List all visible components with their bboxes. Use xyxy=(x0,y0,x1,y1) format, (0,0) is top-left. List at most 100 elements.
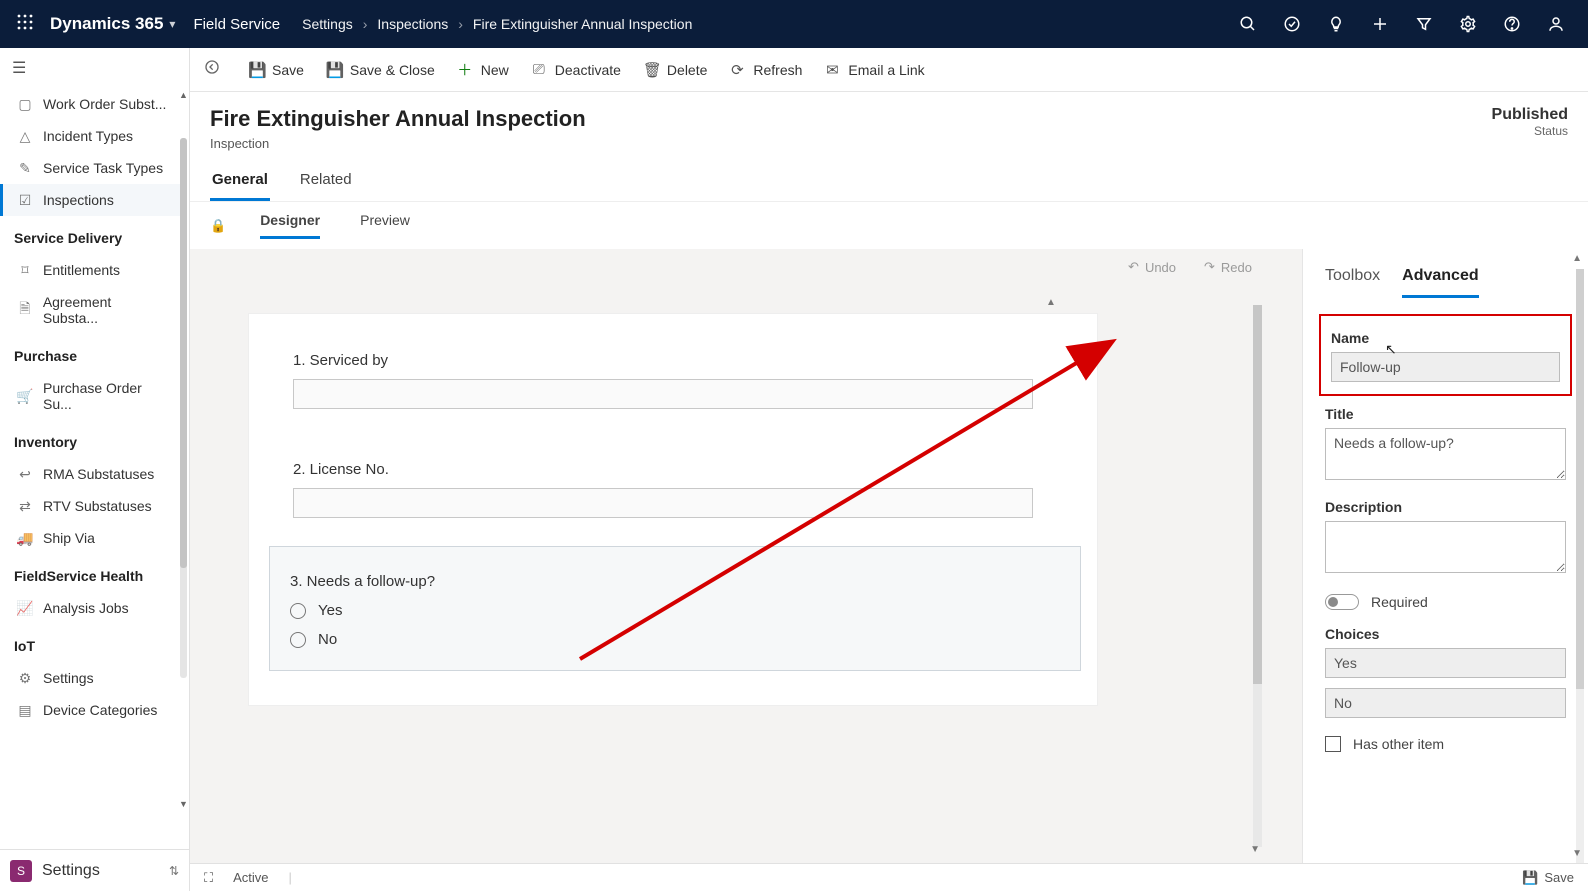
save-close-icon: 💾 xyxy=(326,61,342,79)
area-label[interactable]: Field Service xyxy=(193,16,280,33)
divider: | xyxy=(289,870,292,885)
email-link-button[interactable]: ✉Email a Link xyxy=(824,61,924,79)
scroll-up-icon[interactable]: ▲ xyxy=(179,90,188,100)
breadcrumb-item[interactable]: Inspections xyxy=(377,16,448,32)
statusbar-save-label: Save xyxy=(1544,870,1574,885)
cart-icon: 🛒 xyxy=(17,388,33,404)
has-other-label: Has other item xyxy=(1353,736,1444,752)
choice-input-1[interactable] xyxy=(1325,648,1566,678)
has-other-checkbox[interactable]: Has other item xyxy=(1325,736,1566,752)
sidebar-item-work-order-substatuses[interactable]: ▢ Work Order Subst... xyxy=(0,88,183,120)
tools-icon: ✎ xyxy=(17,160,33,176)
description-label: Description xyxy=(1325,499,1566,515)
text-input[interactable] xyxy=(293,488,1033,518)
title-label: Title xyxy=(1325,406,1566,422)
hamburger-icon[interactable]: ☰ xyxy=(0,48,189,88)
deactivate-button-label: Deactivate xyxy=(555,62,621,78)
description-input[interactable] xyxy=(1325,521,1566,573)
undo-button[interactable]: ↶Undo xyxy=(1128,259,1176,275)
expand-icon[interactable]: ⛶ xyxy=(204,870,213,886)
sidebar-item-device-categories[interactable]: ▤Device Categories xyxy=(0,694,183,726)
task-icon[interactable] xyxy=(1270,0,1314,48)
tab-related[interactable]: Related xyxy=(298,163,354,201)
sidebar-item-entitlements[interactable]: ⌑Entitlements xyxy=(0,254,183,286)
chevron-down-icon[interactable]: ▾ xyxy=(169,17,175,31)
collapse-up-icon[interactable]: ▲ xyxy=(1572,253,1582,264)
form-card: 1. Serviced by 2. License No. 3. Needs a… xyxy=(248,313,1098,706)
radio-option-yes[interactable]: Yes xyxy=(290,602,1060,619)
sidebar-item-iot-settings[interactable]: ⚙Settings xyxy=(0,662,183,694)
sidebar-item-agreement-substatuses[interactable]: 🗎Agreement Substa... xyxy=(0,286,183,334)
sidebar-item-purchase-order-substatuses[interactable]: 🛒Purchase Order Su... xyxy=(0,372,183,420)
text-input[interactable] xyxy=(293,379,1033,409)
gear-icon[interactable] xyxy=(1446,0,1490,48)
save-icon: 💾 xyxy=(1522,870,1538,886)
help-icon[interactable] xyxy=(1490,0,1534,48)
sidebar-item-incident-types[interactable]: △ Incident Types xyxy=(0,120,183,152)
sidebar-item-label: Settings xyxy=(43,670,94,686)
save-close-button[interactable]: 💾Save & Close xyxy=(326,61,435,79)
area-switcher[interactable]: S Settings ⇅ xyxy=(0,849,189,891)
app-launcher-icon[interactable] xyxy=(10,14,40,35)
sidebar-item-rtv-substatuses[interactable]: ⇄RTV Substatuses xyxy=(0,490,183,522)
collapse-down-icon[interactable]: ▼ xyxy=(1250,844,1260,855)
subtab-preview[interactable]: Preview xyxy=(360,212,410,239)
sidebar-section-header: FieldService Health xyxy=(0,554,183,592)
name-input[interactable] xyxy=(1331,352,1560,382)
radio-option-no[interactable]: No xyxy=(290,631,1060,648)
statusbar-save-button[interactable]: 💾 Save xyxy=(1522,870,1574,886)
back-button[interactable] xyxy=(204,59,226,80)
sidebar-item-label: Analysis Jobs xyxy=(43,600,129,616)
sidebar-item-label: Work Order Subst... xyxy=(43,96,166,112)
collapse-down-icon[interactable]: ▼ xyxy=(1572,848,1582,859)
sidebar-item-inspections[interactable]: ☑ Inspections xyxy=(0,184,183,216)
sidebar: ☰ ▢ Work Order Subst... △ Incident Types… xyxy=(0,48,190,891)
user-icon[interactable] xyxy=(1534,0,1578,48)
radio-label: Yes xyxy=(318,602,342,619)
sidebar-item-label: Service Task Types xyxy=(43,160,163,176)
collapse-up-icon[interactable]: ▲ xyxy=(1046,297,1056,308)
sidebar-item-rma-substatuses[interactable]: ↩RMA Substatuses xyxy=(0,458,183,490)
plus-icon[interactable] xyxy=(1358,0,1402,48)
brand-label[interactable]: Dynamics 365 xyxy=(50,14,163,34)
breadcrumb-item[interactable]: Settings xyxy=(302,16,353,32)
choices-label: Choices xyxy=(1325,626,1566,642)
deactivate-button[interactable]: ⎚Deactivate xyxy=(531,61,621,78)
tab-general[interactable]: General xyxy=(210,163,270,201)
sidebar-item-label: Entitlements xyxy=(43,262,120,278)
sidebar-item-ship-via[interactable]: 🚚Ship Via xyxy=(0,522,183,554)
selected-question[interactable]: 3. Needs a follow-up? Yes No xyxy=(269,546,1081,671)
sidebar-section-header: Service Delivery xyxy=(0,216,183,254)
choice-input-2[interactable] xyxy=(1325,688,1566,718)
new-button[interactable]: ＋New xyxy=(457,59,509,80)
save-button[interactable]: 💾Save xyxy=(248,61,304,79)
lightbulb-icon[interactable] xyxy=(1314,0,1358,48)
radio-label: No xyxy=(318,631,337,648)
page-title: Fire Extinguisher Annual Inspection xyxy=(210,106,586,132)
checkbox-icon xyxy=(1325,736,1341,752)
refresh-button[interactable]: ⟳Refresh xyxy=(729,61,802,79)
question-label[interactable]: 2. License No. xyxy=(293,461,1067,478)
checklist-icon: ☑ xyxy=(17,192,33,208)
redo-button[interactable]: ↷Redo xyxy=(1204,259,1252,275)
area-badge: S xyxy=(10,860,32,882)
title-input[interactable]: Needs a follow-up? xyxy=(1325,428,1566,480)
properties-tab-advanced[interactable]: Advanced xyxy=(1402,267,1478,298)
subtab-designer[interactable]: Designer xyxy=(260,212,320,239)
sidebar-item-service-task-types[interactable]: ✎ Service Task Types xyxy=(0,152,183,184)
name-label: Name xyxy=(1331,330,1560,346)
scrollbar[interactable] xyxy=(1253,305,1262,847)
question-label[interactable]: 1. Serviced by xyxy=(293,352,1067,369)
breadcrumb-item[interactable]: Fire Extinguisher Annual Inspection xyxy=(473,16,692,32)
sidebar-item-analysis-jobs[interactable]: 📈 Analysis Jobs xyxy=(0,592,183,624)
required-toggle[interactable]: Required xyxy=(1325,594,1566,610)
rtv-icon: ⇄ xyxy=(17,498,33,514)
cursor-icon: ↖ xyxy=(1385,341,1397,358)
properties-tab-toolbox[interactable]: Toolbox xyxy=(1325,267,1380,298)
filter-icon[interactable] xyxy=(1402,0,1446,48)
analysis-icon: 📈 xyxy=(17,600,33,616)
scrollbar[interactable] xyxy=(1576,269,1584,863)
scroll-down-icon[interactable]: ▼ xyxy=(179,799,188,809)
search-icon[interactable] xyxy=(1226,0,1270,48)
delete-button[interactable]: 🗑Delete xyxy=(643,61,707,79)
